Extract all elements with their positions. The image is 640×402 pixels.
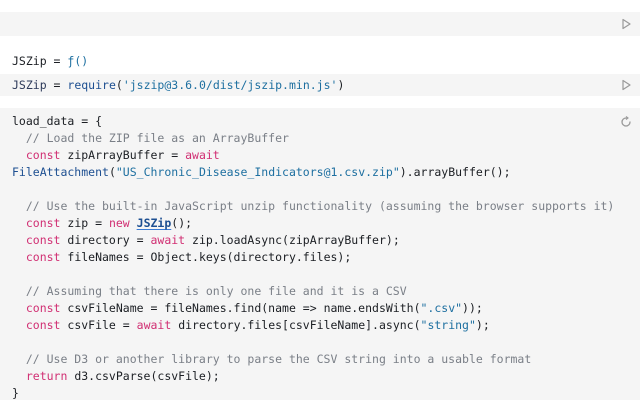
code-line: const zip = new JSZip();: [12, 216, 193, 230]
code-comment: // Use the built-in JavaScript unzip fun…: [12, 199, 615, 213]
code-line: load_data = {: [12, 114, 103, 128]
jszip-output: JSZip = ƒ(): [12, 54, 89, 68]
play-icon[interactable]: [620, 79, 632, 91]
code-line: FileAttachment("US_Chronic_Disease_Indic…: [12, 165, 511, 179]
code-comment: // Use D3 or another library to parse th…: [12, 352, 532, 366]
code-line: const zipArrayBuffer = await: [12, 148, 220, 162]
code-comment: // Assuming that there is only one file …: [12, 284, 407, 298]
empty-cell[interactable]: [0, 12, 640, 36]
code-comment: // Load the ZIP file as an ArrayBuffer: [12, 131, 289, 145]
play-icon[interactable]: [620, 18, 632, 30]
spinner-icon: [621, 116, 631, 127]
code-line: return d3.csvParse(csvFile);: [12, 369, 220, 383]
code-line: const fileNames = Object.keys(directory.…: [12, 250, 352, 264]
code-line: const csvFileName = fileNames.find(name …: [12, 301, 483, 315]
jszip-reference: JSZip: [136, 216, 172, 230]
function-value: ƒ(): [67, 54, 89, 68]
code-line: const directory = await zip.loadAsync(zi…: [12, 233, 400, 247]
jszip-require-code[interactable]: JSZip = require('jszip@3.6.0/dist/jszip.…: [12, 77, 344, 94]
code-line: }: [12, 386, 19, 400]
code-line: const csvFile = await directory.files[cs…: [12, 318, 490, 332]
